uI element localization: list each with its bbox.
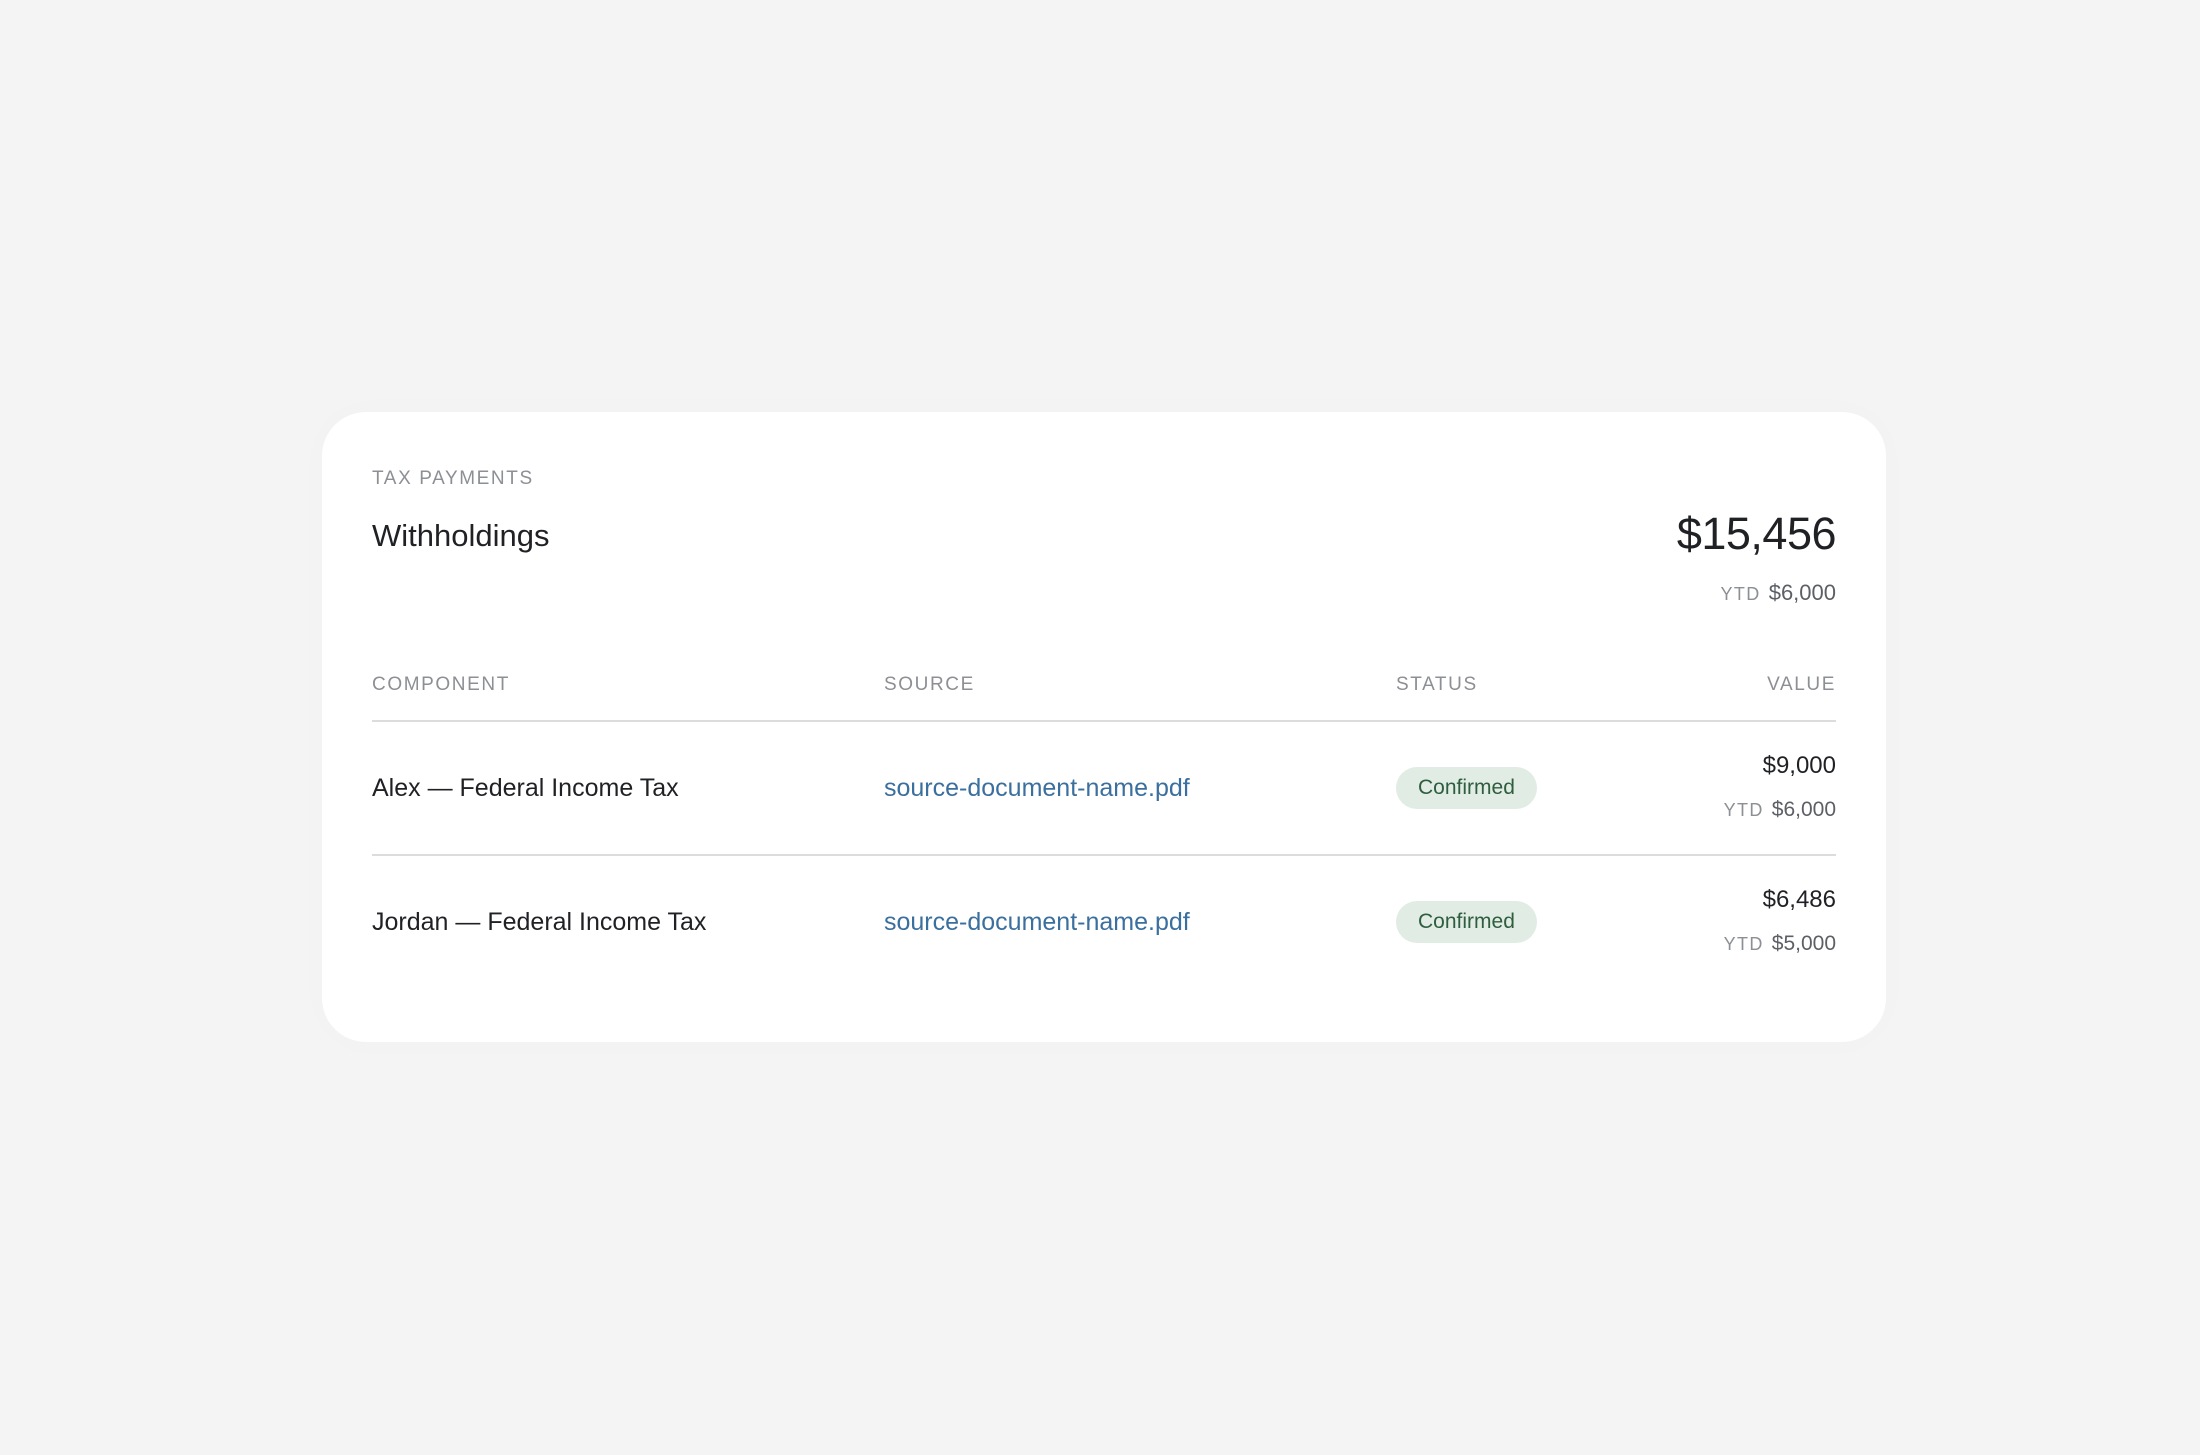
column-header-source: SOURCE xyxy=(884,674,975,695)
component-cell: Jordan — Federal Income Tax xyxy=(372,908,707,936)
column-header-value: VALUE xyxy=(1767,674,1836,695)
component-cell: Alex — Federal Income Tax xyxy=(372,774,679,802)
status-badge: Confirmed xyxy=(1396,767,1537,809)
value-amount: $9,000 xyxy=(1762,752,1836,779)
value-ytd: YTD $5,000 xyxy=(1724,932,1836,956)
total-ytd-value: $6,000 xyxy=(1768,580,1836,605)
status-badge: Confirmed xyxy=(1396,901,1537,943)
ytd-value: $6,000 xyxy=(1771,798,1836,821)
total-amount: $15,456 xyxy=(1676,508,1837,559)
ytd-label: YTD xyxy=(1723,934,1764,954)
table-header: COMPONENT SOURCE STATUS VALUE xyxy=(372,674,1836,722)
column-header-component: COMPONENT xyxy=(372,674,510,695)
card-title: Withholdings xyxy=(372,518,550,553)
table-row: Alex — Federal Income Tax source-documen… xyxy=(372,722,1836,856)
value-amount: $6,486 xyxy=(1762,886,1836,913)
card-eyebrow: TAX PAYMENTS xyxy=(372,468,534,489)
total-ytd: YTD $6,000 xyxy=(1721,580,1837,606)
column-header-status: STATUS xyxy=(1396,674,1478,695)
ytd-value: $5,000 xyxy=(1771,932,1836,955)
source-document-link[interactable]: source-document-name.pdf xyxy=(884,774,1190,803)
table-row: Jordan — Federal Income Tax source-docum… xyxy=(372,856,1836,988)
total-ytd-label: YTD xyxy=(1720,584,1761,604)
source-document-link[interactable]: source-document-name.pdf xyxy=(884,908,1190,937)
withholdings-card: TAX PAYMENTS Withholdings $15,456 YTD $6,… xyxy=(322,412,1886,1042)
value-ytd: YTD $6,000 xyxy=(1724,798,1836,822)
ytd-label: YTD xyxy=(1723,800,1764,820)
